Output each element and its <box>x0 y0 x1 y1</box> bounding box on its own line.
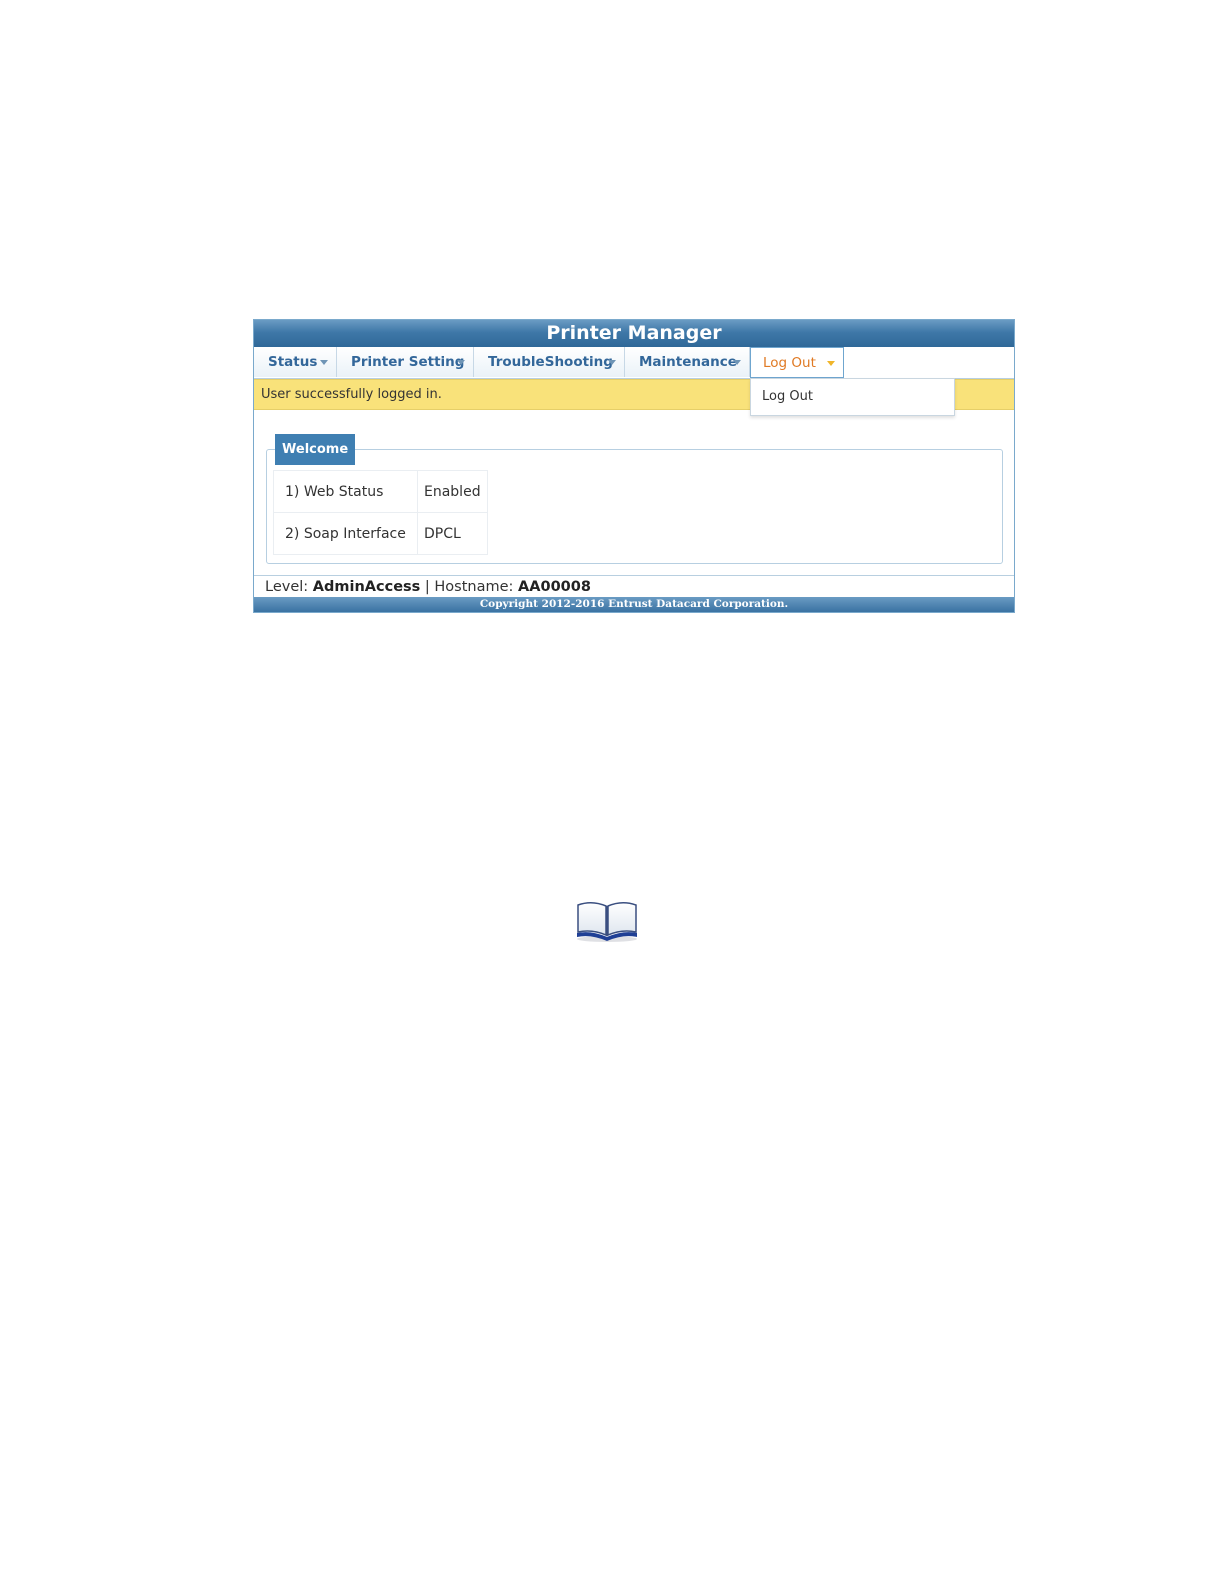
table-row: 2) Soap Interface DPCL <box>273 512 488 555</box>
welcome-title: Welcome <box>275 434 356 465</box>
level-value: AdminAccess <box>312 579 421 595</box>
main-nav: Status Printer Setting TroubleShooting M… <box>254 347 1014 379</box>
nav-printer-setting[interactable]: Printer Setting <box>337 347 474 377</box>
dropdown-item-log-out[interactable]: Log Out <box>762 389 813 404</box>
notice-message: User successfully logged in. <box>261 387 442 402</box>
level-label: Level: <box>265 579 309 595</box>
nav-status-label: Status <box>268 354 318 370</box>
nav-maintenance-label: Maintenance <box>639 354 737 370</box>
open-book-icon <box>577 902 637 942</box>
row-value: DPCL <box>417 512 488 555</box>
hostname-value: AA00008 <box>518 579 591 595</box>
hostname-label: Hostname: <box>434 579 514 595</box>
nav-log-out-label: Log Out <box>763 355 816 371</box>
chevron-down-icon <box>733 360 741 365</box>
nav-status[interactable]: Status <box>254 347 337 377</box>
row-label: 2) Soap Interface <box>273 512 418 555</box>
log-out-dropdown-menu: Log Out <box>750 378 955 416</box>
row-value: Enabled <box>417 470 488 513</box>
nav-printer-setting-label: Printer Setting <box>351 354 465 370</box>
app-title: Printer Manager <box>254 320 1014 347</box>
table-row: 1) Web Status Enabled <box>273 470 488 513</box>
chevron-down-icon <box>827 361 835 366</box>
nav-maintenance[interactable]: Maintenance <box>625 347 750 377</box>
nav-troubleshooting-label: TroubleShooting <box>488 354 613 370</box>
session-info: Level: AdminAccess | Hostname: AA00008 <box>254 575 1014 598</box>
nav-log-out[interactable]: Log Out <box>750 347 844 378</box>
welcome-panel: Welcome 1) Web Status Enabled 2) Soap In… <box>266 434 1003 564</box>
chevron-down-icon <box>320 360 328 365</box>
chevron-down-icon <box>608 360 616 365</box>
row-label: 1) Web Status <box>273 470 418 513</box>
status-table: 1) Web Status Enabled 2) Soap Interface … <box>273 470 488 555</box>
printer-manager-window: Printer Manager Status Printer Setting T… <box>253 319 1015 613</box>
chevron-down-icon <box>457 360 465 365</box>
copyright-bar: Copyright 2012-2016 Entrust Datacard Cor… <box>254 597 1014 612</box>
info-separator: | <box>424 579 430 595</box>
nav-troubleshooting[interactable]: TroubleShooting <box>474 347 625 377</box>
